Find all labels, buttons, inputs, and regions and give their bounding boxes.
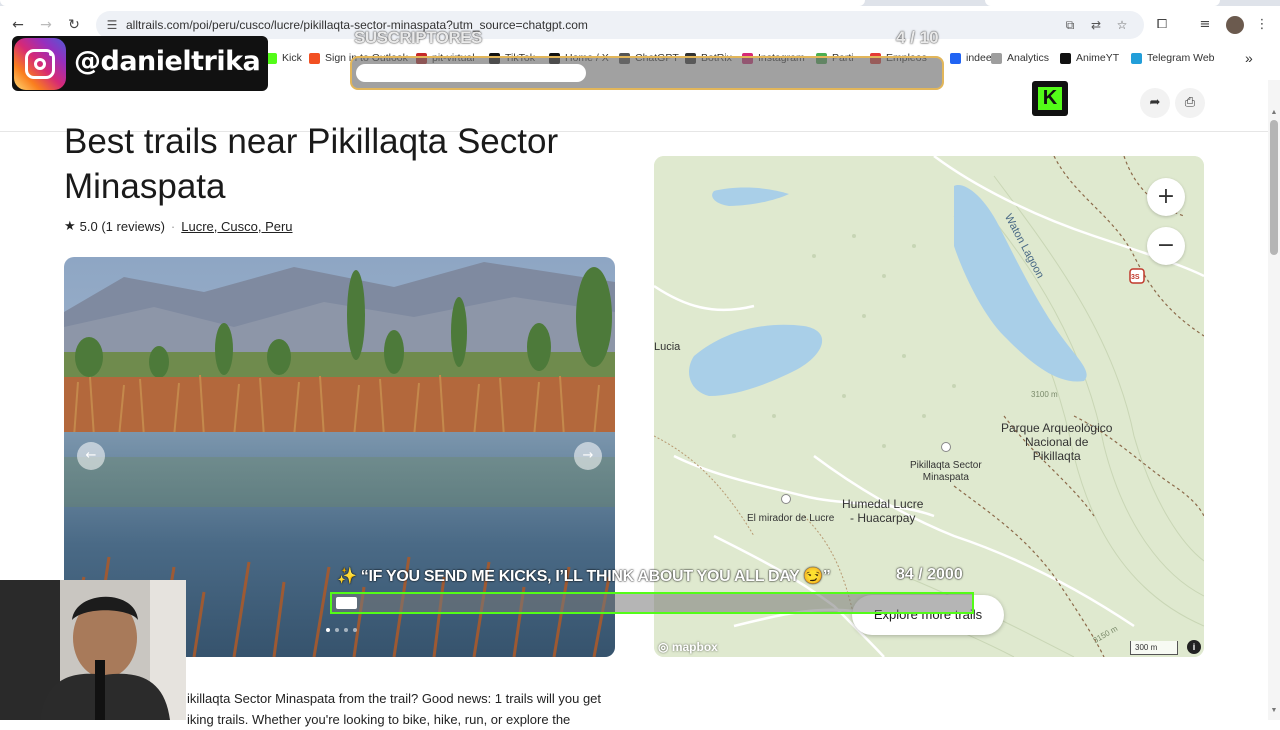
kick-goal-label: ✨ “IF YOU SEND ME KICKS, I’LL THINK ABOU…: [337, 568, 831, 585]
page-title: Best trails near Pikillaqta Sector Minas…: [64, 122, 559, 206]
mapbox-attribution: mapbox: [671, 640, 718, 654]
share-icon[interactable]: ➦: [1140, 88, 1170, 118]
contour-label: 3100 m: [1031, 390, 1058, 399]
subscriber-goal-label: SUSCRIPTORES: [354, 28, 482, 47]
rating-row: ★ 5.0 (1 reviews) · Lucre, Cusco, Peru: [64, 217, 293, 235]
bookmark-item[interactable]: Telegram Web: [1131, 47, 1215, 69]
photo-next-arrow-icon[interactable]: →: [574, 442, 602, 470]
bookmark-item[interactable]: Kick: [266, 47, 302, 69]
bookmark-item[interactable]: AnimeYT: [1060, 47, 1119, 69]
photo-pagination: [326, 628, 357, 634]
photo-prev-arrow-icon[interactable]: ←: [77, 442, 105, 470]
tab-active[interactable]: [0, 0, 865, 6]
instagram-icon: [14, 38, 66, 90]
pagination-dot[interactable]: [335, 628, 339, 632]
bookmark-item[interactable]: Analytics: [991, 47, 1049, 69]
translate-icon[interactable]: ⇄: [1088, 17, 1104, 33]
star-icon: ★: [64, 218, 76, 234]
address-bar[interactable]: ☰ alltrails.com/poi/peru/cusco/lucre/pik…: [96, 11, 1144, 39]
bookmark-favicon-icon: [309, 52, 320, 64]
bookmark-favicon-icon: [950, 52, 961, 64]
mapbox-logo-icon: ◎: [658, 640, 669, 654]
profile-avatar[interactable]: [1226, 16, 1244, 34]
subscriber-goal-count: 4 / 10: [896, 28, 939, 47]
map-label-mirador: El mirador de Lucre: [747, 513, 835, 524]
scroll-down-arrow-icon[interactable]: ▼: [1270, 706, 1278, 716]
map-label-sector: Pikillaqta Sector Minaspata: [910, 460, 982, 483]
tab-inactive[interactable]: [985, 0, 1220, 6]
site-info-icon[interactable]: ☰: [104, 17, 120, 33]
instagram-handle: @danieltrika: [74, 46, 261, 77]
scroll-up-arrow-icon[interactable]: ▲: [1270, 108, 1278, 118]
route-badge: 3S: [1131, 274, 1140, 281]
zoom-in-button[interactable]: +: [1147, 178, 1185, 216]
print-icon[interactable]: ⎙: [1175, 88, 1205, 118]
bookmark-label: Kick: [282, 52, 302, 64]
reload-icon[interactable]: ↻: [64, 15, 84, 35]
map-label-humedal: Humedal Lucre - Huacarpay: [842, 497, 924, 525]
rating-text: 5.0 (1 reviews): [79, 218, 165, 234]
subscriber-goal-fill: [356, 64, 586, 82]
webcam-image: [0, 580, 186, 720]
kick-logo: K: [1032, 81, 1068, 116]
menu-kebab-icon[interactable]: ⋮: [1252, 15, 1272, 35]
more-bookmarks-chevron-icon[interactable]: »: [1245, 47, 1253, 69]
bookmark-favicon-icon: [1131, 52, 1142, 64]
location-link[interactable]: Lucre, Cusco, Peru: [181, 219, 292, 234]
pagination-dot[interactable]: [344, 628, 348, 632]
map-scale: 300 m: [1130, 641, 1178, 655]
pagination-dot[interactable]: [353, 628, 357, 632]
reading-list-icon[interactable]: ≡: [1195, 15, 1215, 35]
pagination-dot[interactable]: [326, 628, 330, 632]
webcam-overlay: [0, 580, 186, 720]
description-line: ikillaqta Sector Minaspata from the trai…: [187, 691, 602, 706]
map-label-parque: Parque Arqueológico Nacional de Pikillaq…: [1001, 421, 1113, 463]
tab-strip: [0, 0, 1280, 6]
description-text: ikillaqta Sector Minaspata from the trai…: [187, 688, 617, 730]
kick-goal-fill: [336, 597, 357, 609]
kick-goal-bar: [330, 592, 974, 614]
scrollbar-thumb[interactable]: [1270, 120, 1278, 255]
map-label-lucia: Lucia: [654, 341, 681, 353]
kick-goal-count: 84 / 2000: [896, 566, 963, 583]
bookmark-label: Analytics: [1007, 52, 1050, 64]
bookmark-favicon-icon: [1060, 52, 1071, 64]
forward-arrow-icon[interactable]: →: [36, 15, 56, 35]
zoom-out-button[interactable]: −: [1147, 227, 1185, 265]
map-info-icon[interactable]: i: [1187, 640, 1201, 654]
mapbox-logo[interactable]: ◎ mapbox: [658, 640, 718, 654]
back-arrow-icon[interactable]: ←: [8, 15, 28, 35]
bookmark-label: Telegram Web: [1147, 52, 1215, 64]
bookmark-star-icon[interactable]: ☆: [1114, 17, 1130, 33]
bookmark-favicon-icon: [991, 52, 1002, 64]
install-app-icon[interactable]: ⧉: [1062, 17, 1078, 33]
bookmark-label: AnimeYT: [1076, 52, 1120, 64]
extensions-icon[interactable]: ⧠: [1152, 15, 1172, 35]
separator-dot: ·: [170, 218, 176, 234]
